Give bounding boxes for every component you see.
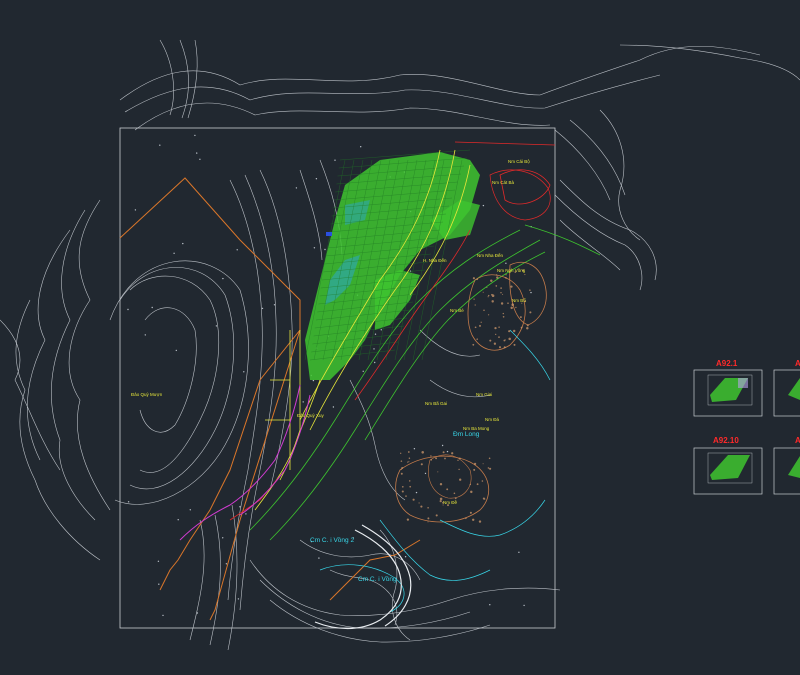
sheet-title: A — [795, 359, 800, 368]
map-label: Nm Bé — [450, 308, 464, 313]
map-label: Cm C. i Vồng 2 — [310, 535, 354, 544]
cad-drawing-canvas[interactable]: Nm Cái Bộ Nm Cát Bà H. Nha Đến Nm Nha Đế… — [0, 0, 800, 670]
sheet-thumbnail-4[interactable]: A — [773, 436, 800, 495]
map-label: Đảo Quỳ Xuy — [297, 413, 325, 418]
green-ridge-lines — [249, 224, 601, 541]
blue-marker — [326, 232, 332, 236]
map-label: Đm Long — [453, 431, 480, 438]
layout-sheet-thumbnails[interactable]: A92.1 A A92.10 A — [693, 359, 800, 495]
sheet-thumbnail-1[interactable]: A92.1 — [693, 359, 763, 417]
map-label: Đảo Quỳ Mượn — [131, 392, 163, 397]
map-label: Nm Cát Bà — [492, 180, 515, 185]
cad-drawing-viewport[interactable]: Nm Cái Bộ Nm Cát Bà H. Nha Đến Nm Nha Đế… — [0, 0, 800, 670]
map-label: Nm Nha Đến — [477, 253, 504, 258]
map-label: H. Nha Đến — [423, 258, 447, 263]
map-label: Nm Ngh Vồng — [497, 268, 526, 273]
map-label: Cm C. i Vồng — [358, 574, 397, 583]
sheet-thumbnail-2[interactable]: A — [773, 359, 800, 417]
map-label: Nm Bã Gai — [425, 401, 447, 406]
sheet-title: A92.10 — [713, 436, 739, 445]
map-label: Nm Cái Bộ — [508, 159, 530, 164]
map-label: Nm Giai — [476, 392, 492, 397]
sheet-thumbnail-3[interactable]: A92.10 — [693, 436, 763, 495]
map-label: Nm Đề — [443, 500, 457, 505]
map-label: Nm Đá — [485, 417, 499, 422]
map-label: Nm Bổ — [512, 297, 526, 303]
magenta-lines — [179, 384, 311, 541]
sheet-boundary — [119, 127, 556, 629]
sheet-title: A — [795, 436, 800, 445]
cyan-water-lines — [319, 329, 551, 613]
sheet-title: A92.1 — [716, 359, 738, 368]
